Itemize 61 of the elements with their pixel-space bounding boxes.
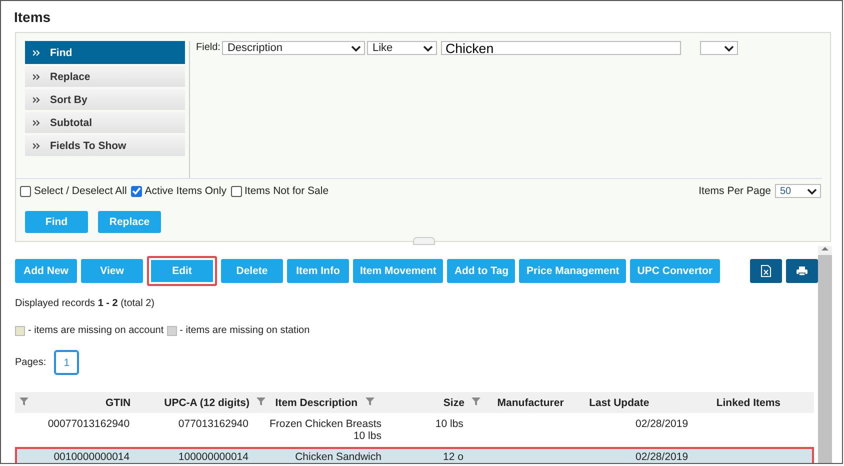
filter-icon[interactable] <box>364 396 375 406</box>
double-chevron-icon <box>33 96 40 102</box>
filter-icon[interactable] <box>471 396 482 406</box>
scroll-up-icon[interactable] <box>821 246 829 251</box>
checkbox[interactable] <box>20 186 31 196</box>
table-cell: 02/28/2019 <box>636 418 688 430</box>
printer-icon <box>796 266 808 276</box>
scrollbar[interactable] <box>818 246 832 463</box>
search-tab[interactable]: Find <box>25 41 185 64</box>
value-input[interactable]: Chicken <box>441 41 682 55</box>
filter-icon[interactable] <box>19 396 29 406</box>
records-info: Displayed records 1 - 2 (total 2) <box>14 297 156 309</box>
per-page-dropdown[interactable]: 50 <box>775 184 821 198</box>
column-header[interactable]: Size <box>380 392 468 413</box>
table-cell: 100000000014 <box>178 451 248 463</box>
legend-label: - items are missing on account <box>28 325 164 336</box>
page-title: Items <box>13 8 52 27</box>
table-cell: 077013162940 <box>178 418 248 430</box>
column-header[interactable]: UPC-A (12 digits) <box>152 392 252 413</box>
legend-label: - items are missing on station <box>180 325 310 336</box>
double-chevron-icon <box>33 142 40 148</box>
search-tab[interactable]: Fields To Show <box>25 135 185 156</box>
per-page-label: Items Per Page <box>698 185 771 197</box>
field-label: Field: <box>196 41 220 53</box>
chevron-down-icon <box>724 44 734 52</box>
checkbox-label: Items Not for Sale <box>244 185 329 197</box>
print-button[interactable] <box>786 259 818 283</box>
search-tab[interactable]: Subtotal <box>25 112 185 133</box>
column-header[interactable]: Linked Items <box>713 392 814 413</box>
pages-label: Pages: <box>15 357 46 368</box>
table-cell-text: Frozen Chicken Breasts 10 lbs <box>268 418 382 442</box>
checkbox-label: Select / Deselect All <box>34 185 127 197</box>
column-header[interactable]: Manufacturer <box>487 392 567 413</box>
double-chevron-icon <box>33 50 40 56</box>
table-cell: 0010000000014 <box>54 451 130 463</box>
resize-handle[interactable] <box>413 237 435 245</box>
table-cell: 12 o <box>442 451 464 463</box>
spreadsheet-icon <box>761 265 771 277</box>
checkmark-icon <box>132 187 141 195</box>
column-header[interactable]: Item Description <box>272 392 361 413</box>
double-chevron-icon <box>33 120 40 126</box>
table-cell: 00077013162940 <box>48 418 130 430</box>
search-tab[interactable]: Sort By <box>25 89 185 110</box>
filter-icon[interactable] <box>256 396 266 406</box>
column-header[interactable]: Last Update <box>586 392 694 413</box>
operator-dropdown[interactable]: Like <box>367 41 438 55</box>
table-cell-text: Chicken Sandwich <box>294 451 382 463</box>
checkbox[interactable] <box>130 186 142 196</box>
checkbox[interactable] <box>230 186 242 196</box>
checkbox-label: Active Items Only <box>144 185 226 197</box>
column-header[interactable]: GTIN <box>34 392 134 413</box>
export-button[interactable] <box>750 259 782 283</box>
chevron-down-icon <box>351 44 362 52</box>
chevron-down-icon <box>807 188 817 194</box>
search-tab[interactable]: Replace <box>25 66 185 87</box>
double-chevron-icon <box>33 74 40 80</box>
table-cell: 02/28/2019 <box>636 451 688 463</box>
table-cell: 10 lbs <box>435 418 464 430</box>
extra-dropdown[interactable] <box>700 41 738 55</box>
field-dropdown[interactable]: Description <box>222 41 366 55</box>
chevron-down-icon <box>423 44 434 52</box>
